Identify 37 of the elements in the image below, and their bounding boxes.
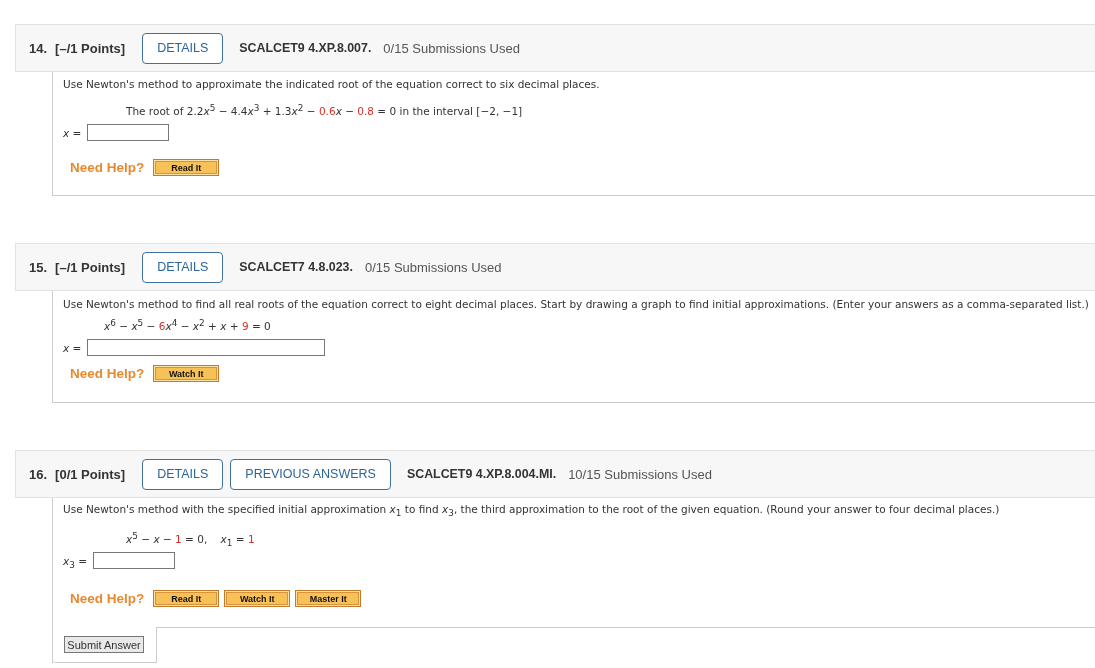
submissions-count: 0/15 Submissions Used (383, 40, 520, 56)
details-button[interactable]: DETAILS (142, 458, 224, 490)
equation-text: x$^{5}$ − x − 1 = 0, x$_{1}$ = 1 (125, 532, 256, 546)
instruction-text: Use Newton's method to approximate the indicated root of the equation correct to six decimal places. (63, 77, 601, 91)
question-number: 16. (29, 466, 48, 482)
answer-label: x$_{3}$ = (63, 554, 88, 567)
submissions-count: 10/15 Submissions Used (568, 466, 712, 482)
help-button[interactable]: Read It (153, 590, 220, 607)
help-button[interactable]: Watch It (153, 365, 220, 382)
previous-answers-button[interactable]: PREVIOUS ANSWERS (230, 458, 391, 490)
help-button[interactable]: Read It (153, 159, 220, 176)
instruction-text: Use Newton's method with the specified initial approximation x$_{1}$ to find x$_{3}$, the third approximation to the root of the given equation. (Round your answer to four decimal places.) (63, 502, 1001, 516)
need-help-label: Need Help? (70, 160, 145, 175)
equation-text: x$^{6}$ − x$^{5}$ − 6x$^{4}$ − x$^{2}$ + x + 9 = 0 (103, 319, 272, 333)
answer-field[interactable] (87, 124, 170, 141)
points-label: [0/1 Points] (55, 466, 126, 482)
instruction-text: Use Newton's method to find all real roots of the equation correct to eight decimal places. Start by drawing a graph to find initial approximations. (Enter your answers as a comma-separated list.) (63, 297, 1090, 311)
question-code: SCALCET9 4.XP.8.004.MI. (406, 467, 557, 481)
question-number: 15. (29, 259, 48, 275)
help-button[interactable]: Watch It (224, 590, 291, 607)
details-button[interactable]: DETAILS (142, 251, 224, 283)
answer-field[interactable] (93, 552, 176, 569)
question-code: SCALCET7 4.8.023. (239, 260, 353, 274)
details-button[interactable]: DETAILS (142, 32, 224, 64)
answer-label: x = (63, 126, 82, 139)
points-label: [–/1 Points] (55, 40, 126, 56)
submissions-count: 0/15 Submissions Used (364, 259, 502, 275)
submit-answer-button[interactable]: Submit Answer (64, 636, 144, 653)
answer-field[interactable] (87, 339, 326, 356)
question-code: SCALCET9 4.XP.8.007. (239, 41, 372, 55)
answer-label: x = (63, 341, 82, 354)
question-number: 14. (29, 40, 48, 56)
points-label: [–/1 Points] (55, 259, 126, 275)
help-button[interactable]: Master It (295, 590, 362, 607)
equation-text: The root of 2.2x$^{5}$ − 4.4x$^{3}$ + 1.3x$^{2}$ − 0.6x − 0.8 = 0 in the interval [−2, −1] (125, 104, 524, 118)
need-help-label: Need Help? (70, 591, 145, 606)
need-help-label: Need Help? (70, 366, 145, 381)
